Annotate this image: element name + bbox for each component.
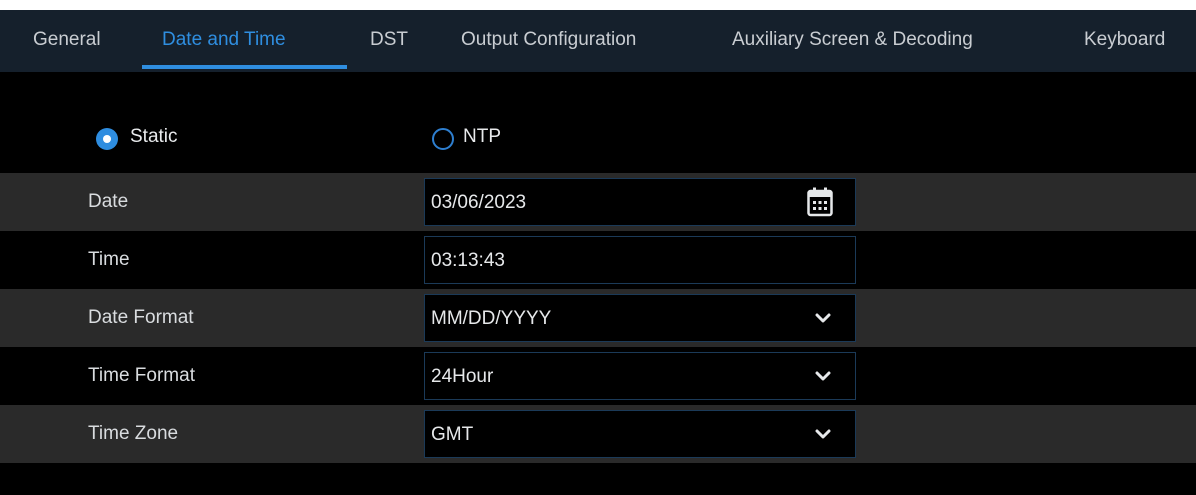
date-label: Date xyxy=(88,191,129,212)
date-row: Date 03/06/2023 xyxy=(0,173,1196,231)
time-value: 03:13:43 xyxy=(431,250,505,271)
time-format-value: 24Hour xyxy=(431,366,494,387)
time-format-row: Time Format 24Hour xyxy=(0,347,1196,405)
settings-panel: General Date and Time DST Output Configu… xyxy=(0,10,1196,495)
tab-general[interactable]: General xyxy=(33,10,101,70)
radio-ntp-label: NTP xyxy=(463,126,501,147)
tab-bar: General Date and Time DST Output Configu… xyxy=(0,10,1196,72)
date-format-label: Date Format xyxy=(88,307,194,328)
time-field[interactable]: 03:13:43 xyxy=(424,236,856,284)
time-label: Time xyxy=(88,249,130,270)
time-zone-value: GMT xyxy=(431,424,474,445)
radio-static-label: Static xyxy=(130,126,178,147)
active-tab-indicator xyxy=(142,65,347,69)
date-field[interactable]: 03/06/2023 xyxy=(424,178,856,226)
time-format-select[interactable]: 24Hour xyxy=(424,352,856,400)
time-row: Time 03:13:43 xyxy=(0,231,1196,289)
chevron-down-icon xyxy=(815,371,831,381)
tab-auxiliary-screen-decoding[interactable]: Auxiliary Screen & Decoding xyxy=(732,10,973,70)
calendar-icon[interactable] xyxy=(807,187,833,217)
chevron-down-icon xyxy=(815,313,831,323)
time-zone-row: Time Zone GMT xyxy=(0,405,1196,463)
radio-static[interactable] xyxy=(96,128,118,150)
tab-keyboard[interactable]: Keyboard xyxy=(1084,10,1165,70)
tab-dst[interactable]: DST xyxy=(370,10,408,70)
chevron-down-icon xyxy=(815,429,831,439)
time-zone-select[interactable]: GMT xyxy=(424,410,856,458)
tab-date-and-time[interactable]: Date and Time xyxy=(162,10,286,70)
date-format-row: Date Format MM/DD/YYYY xyxy=(0,289,1196,347)
time-zone-label: Time Zone xyxy=(88,423,179,444)
time-format-label: Time Format xyxy=(88,365,195,386)
date-value: 03/06/2023 xyxy=(431,192,527,213)
radio-ntp[interactable] xyxy=(432,128,454,150)
tab-output-configuration[interactable]: Output Configuration xyxy=(461,10,636,70)
date-format-value: MM/DD/YYYY xyxy=(431,308,552,329)
date-format-select[interactable]: MM/DD/YYYY xyxy=(424,294,856,342)
